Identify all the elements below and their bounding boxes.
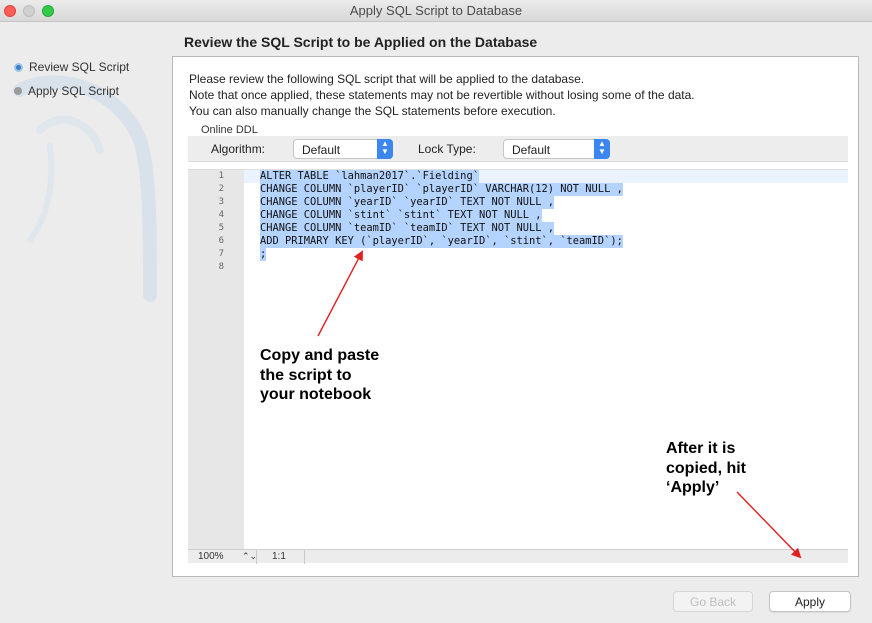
arrow-to-script [317,250,363,337]
arrow-to-apply [736,491,802,559]
apply-button[interactable]: Apply [769,591,851,612]
annotation-arrows [317,250,802,559]
go-back-button[interactable]: Go Back [673,591,753,612]
